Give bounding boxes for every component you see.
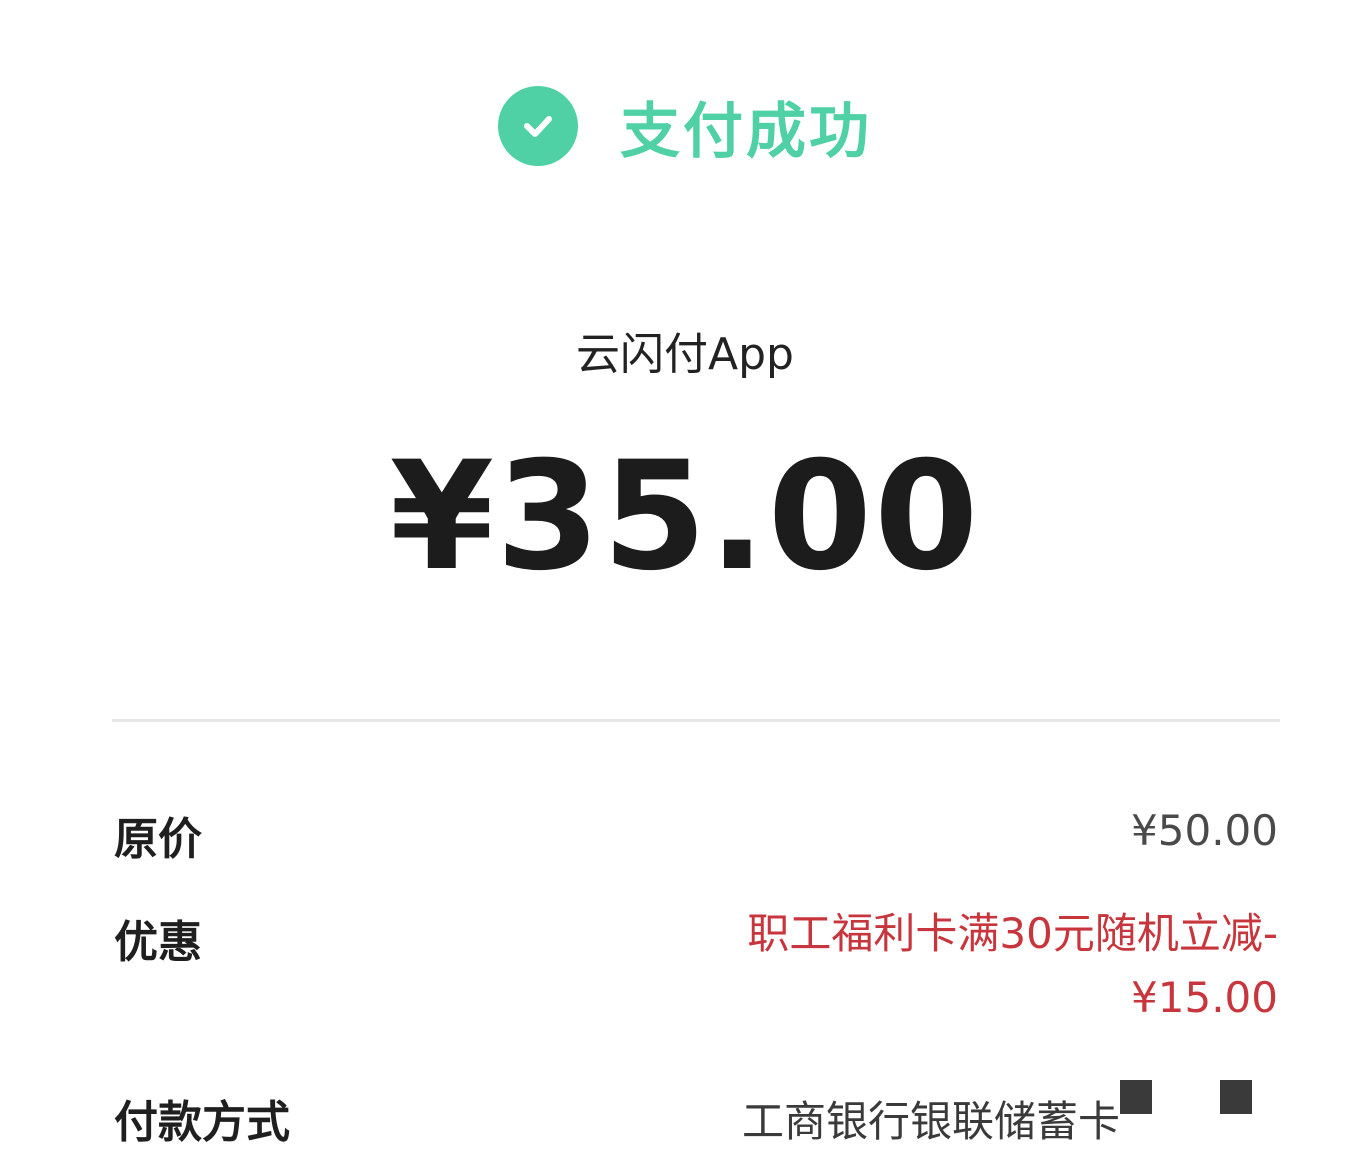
- payment-method-value: 工商银行银联储蓄卡: [741, 1097, 1120, 1146]
- redaction-mark: [1220, 1080, 1252, 1114]
- check-circle-icon: [498, 86, 578, 166]
- payment-amount: ¥35.00: [389, 430, 981, 604]
- merchant-name: 云闪付App: [576, 329, 794, 380]
- status-title: 支付成功: [620, 96, 872, 167]
- divider: [112, 719, 1280, 722]
- payment-status-header: 支付成功: [0, 84, 1370, 168]
- original-price-label: 原价: [114, 814, 202, 865]
- discount-label: 优惠: [114, 917, 202, 968]
- redaction-mark: [1120, 1080, 1152, 1114]
- payment-method-label: 付款方式: [114, 1097, 290, 1148]
- original-price-value: ¥50.00: [1131, 806, 1278, 855]
- discount-value: 职工福利卡满30元随机立减- ¥15.00: [638, 902, 1278, 1030]
- discount-amount: ¥15.00: [1131, 973, 1278, 1022]
- discount-description: 职工福利卡满30元随机立减-: [747, 909, 1278, 958]
